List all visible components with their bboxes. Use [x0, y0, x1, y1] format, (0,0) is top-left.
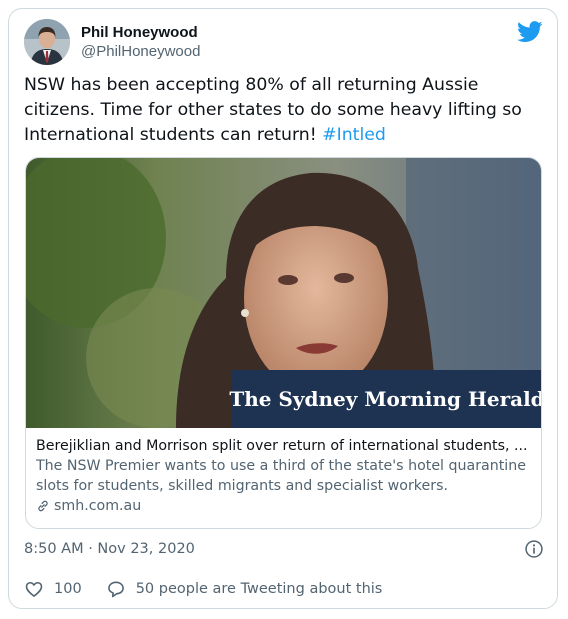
card-title[interactable]: Berejiklian and Morrison split over retu… — [36, 436, 534, 456]
article-image[interactable]: The Sydney Morning Herald — [26, 158, 542, 428]
card-description: The NSW Premier wants to use a third of … — [36, 458, 526, 494]
like-button[interactable]: 100 — [24, 579, 82, 599]
masthead-text: The Sydney Morning Herald — [229, 387, 542, 411]
card-domain-text: smh.com.au — [54, 498, 142, 514]
author-names[interactable]: Phil Honeywood @PhilHoneywood — [81, 23, 200, 61]
speech-bubble-icon — [107, 581, 124, 598]
twitter-bird-icon[interactable] — [517, 21, 543, 43]
timestamp[interactable]: 8:50 AM · Nov 23, 2020 — [24, 539, 195, 559]
handle[interactable]: @PhilHoneywood — [81, 42, 200, 61]
card-meta[interactable]: Berejiklian and Morrison split over retu… — [36, 436, 534, 516]
tweet-card[interactable]: Phil Honeywood @PhilHoneywood NSW has be… — [8, 8, 558, 609]
conversation-label: 50 people are Tweeting about this — [135, 581, 383, 597]
info-icon[interactable] — [524, 539, 544, 559]
hashtag-link[interactable]: #Intled — [322, 125, 386, 145]
like-count: 100 — [54, 581, 82, 597]
tweet-text: NSW has been accepting 80% of all return… — [24, 73, 544, 148]
card-domain[interactable]: smh.com.au — [36, 496, 534, 516]
display-name[interactable]: Phil Honeywood — [81, 23, 200, 42]
person-avatar-icon — [24, 19, 70, 65]
link-icon — [38, 500, 48, 512]
conversation-button[interactable]: 50 people are Tweeting about this — [106, 579, 383, 599]
avatar[interactable] — [24, 19, 70, 65]
article-photo: The Sydney Morning Herald — [26, 158, 542, 428]
tweet-actions: 100 50 people are Tweeting about this — [24, 579, 382, 599]
link-preview-card[interactable]: The Sydney Morning Herald Berejiklian an… — [25, 157, 542, 529]
tweet-body: NSW has been accepting 80% of all return… — [24, 75, 522, 145]
heart-icon — [25, 581, 43, 597]
